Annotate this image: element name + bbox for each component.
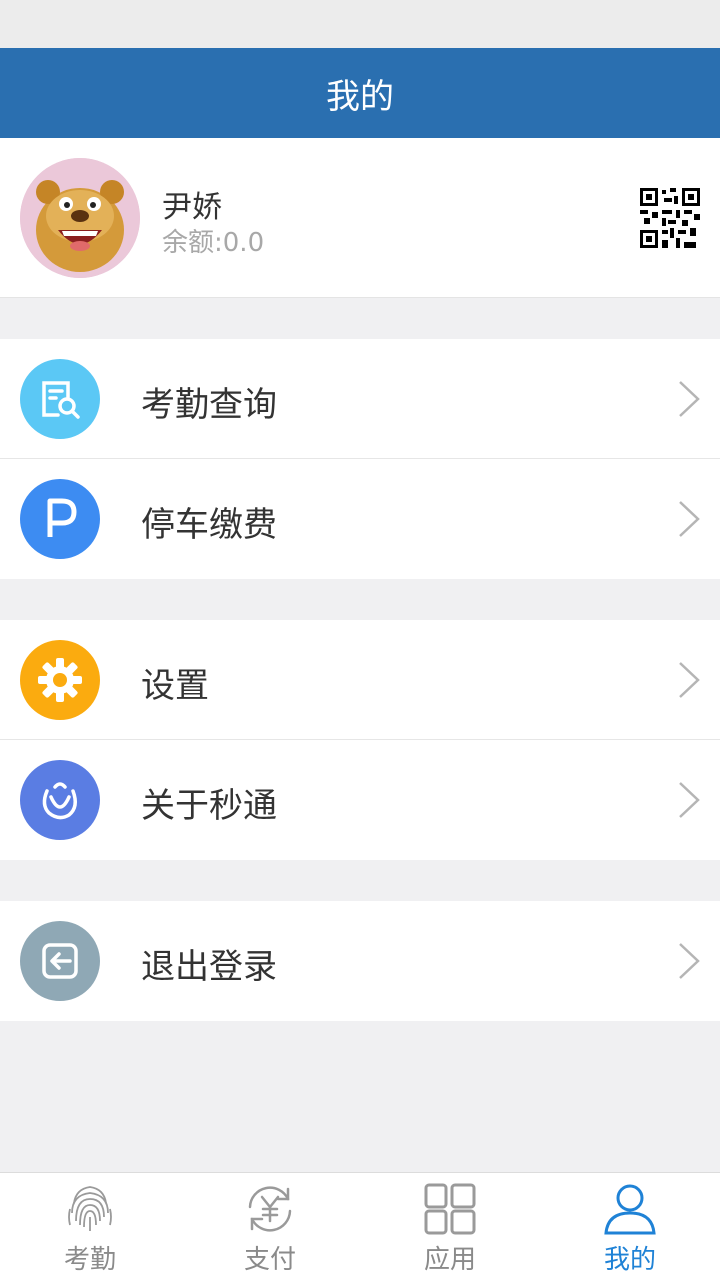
bottom-tab-bar: 考勤 支付 应用 我的 [0,1172,720,1280]
person-icon [604,1184,656,1235]
attendance-search-icon [20,359,100,439]
menu-item-attendance[interactable]: 考勤查询 [0,339,720,459]
chevron-right-icon [679,662,700,698]
page-title: 我的 [326,76,394,117]
fingerprint-icon [68,1186,112,1231]
apps-icon [424,1183,476,1235]
parking-icon [20,479,100,559]
chevron-right-icon [679,782,700,818]
chevron-right-icon [679,501,700,537]
profile-card[interactable]: 尹娇 余额:0.0 [0,138,720,298]
tab-apps[interactable]: 应用 [360,1173,540,1280]
yuan-exchange-icon [248,1186,292,1232]
menu-label: 关于秒通 [141,786,277,826]
tab-label: 考勤 [63,1245,116,1275]
menu-item-settings[interactable]: 设置 [0,620,720,740]
menu-label: 退出登录 [141,947,277,987]
title-bar: 我的 [0,48,720,138]
menu-group-account: 退出登录 [0,901,720,1021]
status-bar [0,0,720,48]
logout-icon [20,921,100,1001]
chevron-right-icon [679,381,700,417]
tab-label: 我的 [603,1245,656,1275]
menu-label: 考勤查询 [141,385,277,425]
app-logo-icon [20,760,100,840]
menu-group-services: 考勤查询 停车缴费 [0,339,720,579]
menu-label: 停车缴费 [141,505,277,545]
tab-label: 支付 [243,1245,296,1275]
tab-payment[interactable]: 支付 [180,1173,360,1280]
gear-icon [20,640,100,720]
tab-attendance[interactable]: 考勤 [0,1173,180,1280]
menu-item-about[interactable]: 关于秒通 [0,740,720,860]
menu-item-logout[interactable]: 退出登录 [0,901,720,1021]
menu-label: 设置 [141,666,209,706]
user-name: 尹娇 [162,190,222,225]
tab-mine[interactable]: 我的 [540,1173,720,1280]
qr-code-icon[interactable] [640,188,700,248]
tab-label: 应用 [423,1245,476,1275]
avatar[interactable] [20,158,140,278]
menu-group-app: 设置 关于秒通 [0,620,720,860]
chevron-right-icon [679,943,700,979]
balance-text: 余额:0.0 [162,228,265,258]
menu-item-parking[interactable]: 停车缴费 [0,459,720,579]
